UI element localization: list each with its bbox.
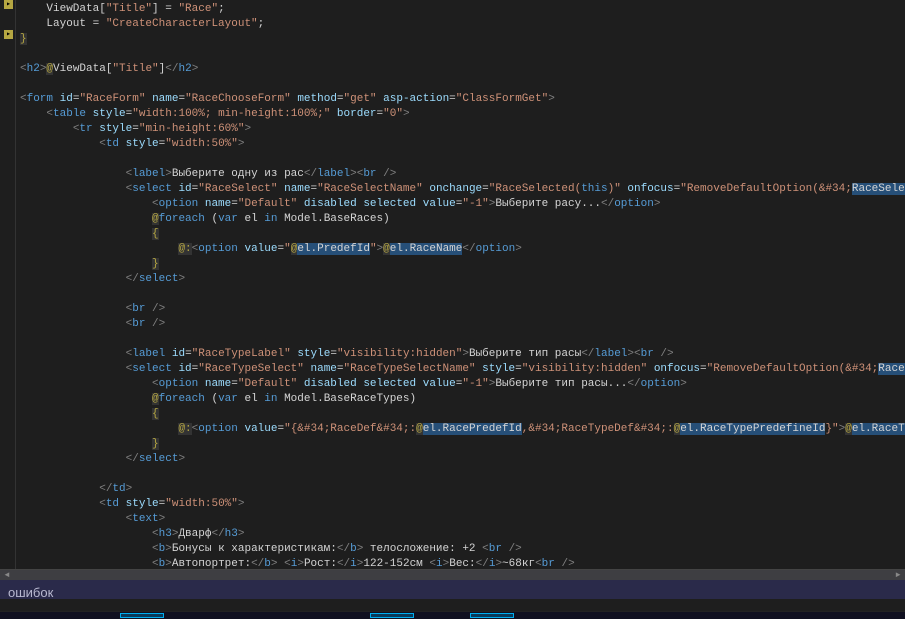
code-line[interactable]: @:<option value="{&#34;RaceDef&#34;:@el.… [20, 422, 901, 437]
taskbar-app-icon[interactable] [370, 613, 414, 618]
fold-marker[interactable]: ▸ [4, 0, 13, 9]
horizontal-scrollbar[interactable]: ◄ ► [0, 570, 905, 580]
code-editor[interactable]: ▸ ▸ ViewData["Title"] = "Race"; Layout =… [0, 0, 905, 569]
code-line[interactable]: <h3>Дварф</h3> [20, 527, 901, 542]
code-line[interactable]: <br /> [20, 302, 901, 317]
code-line[interactable]: } [20, 32, 901, 47]
code-line[interactable] [20, 287, 901, 302]
code-line[interactable]: <tr style="min-height:60%"> [20, 122, 901, 137]
status-panel: ◄ ► [0, 569, 905, 599]
taskbar-app-icon[interactable] [470, 613, 514, 618]
code-line[interactable]: <option name="Default" disabled selected… [20, 377, 901, 392]
code-line[interactable] [20, 47, 901, 62]
code-line[interactable]: Layout = "CreateCharacterLayout"; [20, 17, 901, 32]
taskbar[interactable] [0, 611, 905, 619]
errors-label: ошибок [8, 585, 53, 600]
fold-gutter[interactable]: ▸ ▸ [0, 0, 16, 569]
code-line[interactable]: </select> [20, 272, 901, 287]
scroll-right-icon[interactable]: ► [891, 570, 905, 580]
scroll-left-icon[interactable]: ◄ [0, 570, 14, 580]
fold-marker[interactable]: ▸ [4, 30, 13, 39]
code-line[interactable] [20, 467, 901, 482]
code-line[interactable]: <b>Автопортрет:</b> <i>Рост:</i>122-152с… [20, 557, 901, 569]
code-line[interactable] [20, 77, 901, 92]
code-line[interactable]: { [20, 407, 901, 422]
code-line[interactable]: <select id="RaceTypeSelect" name="RaceTy… [20, 362, 901, 377]
code-line[interactable]: <table style="width:100%; min-height:100… [20, 107, 901, 122]
code-line[interactable]: } [20, 257, 901, 272]
code-line[interactable]: <label id="RaceTypeLabel" style="visibil… [20, 347, 901, 362]
code-line[interactable]: { [20, 227, 901, 242]
code-line[interactable]: <text> [20, 512, 901, 527]
code-line[interactable]: <h2>@ViewData["Title"]</h2> [20, 62, 901, 77]
code-line[interactable]: </td> [20, 482, 901, 497]
code-line[interactable]: <br /> [20, 317, 901, 332]
code-line[interactable]: @foreach (var el in Model.BaseRaceTypes) [20, 392, 901, 407]
code-line[interactable] [20, 332, 901, 347]
taskbar-app-icon[interactable] [120, 613, 164, 618]
code-line[interactable]: } [20, 437, 901, 452]
code-line[interactable]: @foreach (var el in Model.BaseRaces) [20, 212, 901, 227]
code-line[interactable]: <td style="width:50%"> [20, 137, 901, 152]
code-line[interactable] [20, 152, 901, 167]
code-line[interactable]: <label>Выберите одну из рас</label><br /… [20, 167, 901, 182]
code-line[interactable]: <option name="Default" disabled selected… [20, 197, 901, 212]
code-line[interactable]: <b>Бонусы к характеристикам:</b> телосло… [20, 542, 901, 557]
code-line[interactable]: <select id="RaceSelect" name="RaceSelect… [20, 182, 901, 197]
code-line[interactable]: <form id="RaceForm" name="RaceChooseForm… [20, 92, 901, 107]
code-line[interactable]: ViewData["Title"] = "Race"; [20, 2, 901, 17]
code-text-area[interactable]: ViewData["Title"] = "Race"; Layout = "Cr… [16, 0, 905, 569]
code-line[interactable]: @:<option value="@el.PredefId">@el.RaceN… [20, 242, 901, 257]
code-line[interactable]: </select> [20, 452, 901, 467]
code-line[interactable]: <td style="width:50%"> [20, 497, 901, 512]
